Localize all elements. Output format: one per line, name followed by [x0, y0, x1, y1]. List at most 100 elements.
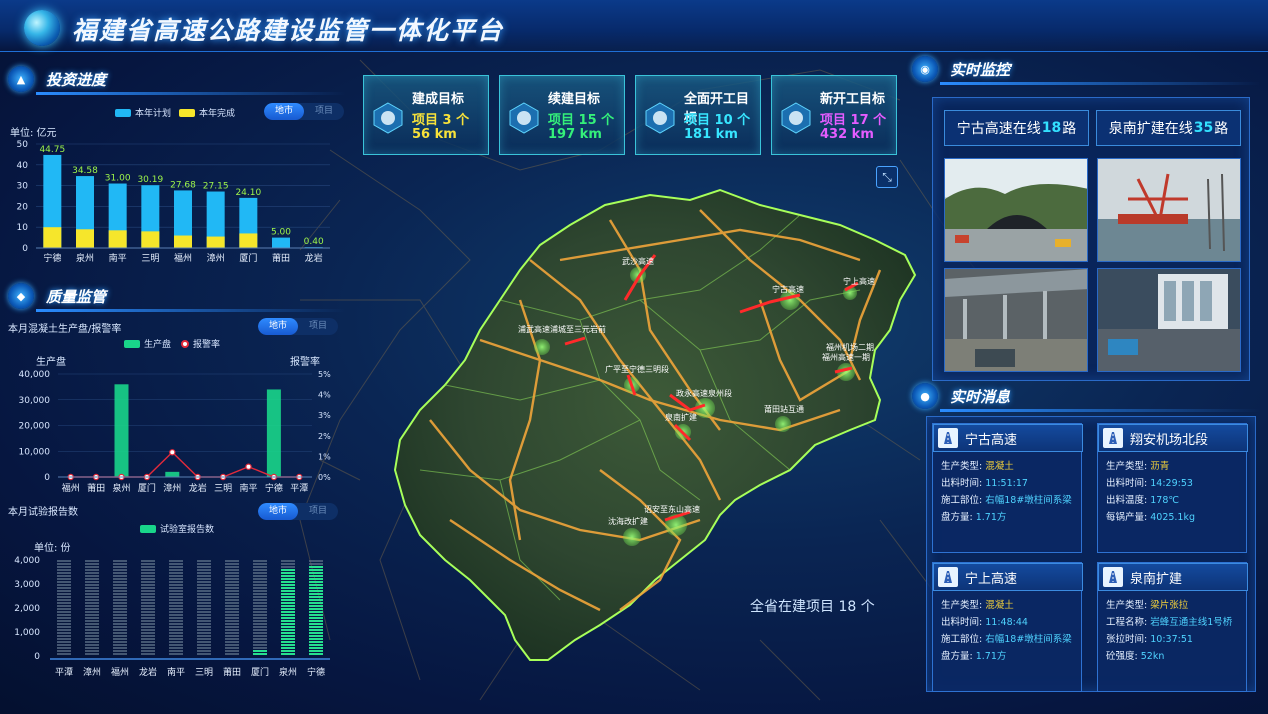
x-tick-label: 泉州: [112, 482, 130, 494]
bar-track-segment: [85, 635, 99, 637]
bar-track-segment: [85, 608, 99, 610]
bar-report-segment: [281, 575, 295, 577]
message-card[interactable]: 翔安机场北段 生产类型: 沥青 出料时间: 14:29:53 出料温度: 178℃ 每锅…: [1097, 423, 1248, 553]
map-label: 浦武高速浦城至三元岩前: [518, 324, 606, 334]
target-length: 181 km: [684, 127, 738, 142]
toggle-project[interactable]: 项目: [298, 318, 338, 335]
bar-track-segment: [253, 632, 267, 634]
investment-section-title: ▲ 投资进度: [8, 66, 106, 92]
x-tick-label: 南平: [239, 482, 257, 494]
bar-track-segment: [197, 641, 211, 643]
bar-track-segment: [113, 653, 127, 655]
bar-track-segment: [85, 605, 99, 607]
toggle-project[interactable]: 项目: [304, 103, 344, 120]
bar-track-segment: [57, 599, 71, 601]
bar-report-segment: [309, 647, 323, 649]
bar-done: [174, 235, 192, 248]
online-suffix: 路: [1214, 121, 1229, 137]
legend-swatch: [115, 108, 131, 117]
investment-toggle[interactable]: 地市 项目: [264, 103, 344, 120]
camera-feed-tunnel[interactable]: [944, 158, 1088, 262]
bar-track-segment: [197, 629, 211, 631]
bar-report-segment: [309, 602, 323, 604]
message-row: 砼强度: 52kn: [1106, 651, 1165, 662]
bar-track-segment: [113, 644, 127, 646]
bar-track-segment: [141, 638, 155, 640]
online-count: 35: [1193, 120, 1214, 136]
report-toggle[interactable]: 地市 项目: [258, 503, 338, 520]
bar-track-segment: [197, 563, 211, 565]
message-card[interactable]: 泉南扩建 生产类型: 梁片张拉 工程名称: 岩蜂互通主线1号桥 张拉时间: 10:37…: [1097, 562, 1248, 692]
bar-track-segment: [57, 605, 71, 607]
bar-track-segment: [113, 611, 127, 613]
target-project-count: 项目 15 个: [548, 113, 615, 128]
bar-report-segment: [281, 578, 295, 580]
alarm-rate-point: [169, 449, 176, 456]
bar-track-segment: [113, 593, 127, 595]
report-chart-title: 本月试验报告数: [8, 507, 78, 518]
x-tick-label: 厦门: [138, 482, 156, 494]
target-card-1[interactable]: 建成目标 项目 3 个 56 km: [363, 75, 489, 155]
bar-track-segment: [85, 599, 99, 601]
camera-feed-bridge[interactable]: [1097, 158, 1241, 262]
message-body: 生产类型: 混凝土 出料时间: 11:48:44 施工部位: 右幅18#墩柱间系梁盘…: [941, 597, 1081, 665]
bar-track-segment: [225, 632, 239, 634]
bar-track-segment: [85, 611, 99, 613]
collapse-view-button[interactable]: ⤡: [876, 166, 898, 188]
bar-track-segment: [225, 638, 239, 640]
bar-track-segment: [169, 635, 183, 637]
toggle-city[interactable]: 地市: [258, 318, 298, 335]
bar-track-segment: [225, 566, 239, 568]
camera-feed-mixing[interactable]: [1097, 268, 1241, 372]
bar-report-segment: [281, 611, 295, 613]
target-card-4[interactable]: 新开工目标 项目 17 个 432 km: [771, 75, 897, 155]
bar-track-segment: [113, 581, 127, 583]
bar-report-segment: [281, 602, 295, 604]
toggle-city[interactable]: 地市: [258, 503, 298, 520]
data-label: 31.00: [105, 174, 131, 184]
bar-report-segment: [281, 629, 295, 631]
bar-track-segment: [225, 593, 239, 595]
bar-track-segment: [113, 599, 127, 601]
bar-track-segment: [169, 614, 183, 616]
online-count-quannan[interactable]: 泉南扩建在线 35 路: [1096, 110, 1241, 146]
bar-track-segment: [141, 599, 155, 601]
bar-report-segment: [281, 647, 295, 649]
target-card-3[interactable]: 全面开工目标 项目 10 个 181 km: [635, 75, 761, 155]
bar-track-segment: [225, 581, 239, 583]
bar-track-segment: [141, 563, 155, 565]
x-tick-label: 漳州: [207, 252, 225, 264]
y-tick-label: 50: [17, 140, 29, 150]
camera-feed-plant[interactable]: [944, 268, 1088, 372]
toggle-project[interactable]: 项目: [298, 503, 338, 520]
bar-done: [141, 231, 160, 248]
bar-track-segment: [141, 653, 155, 655]
bar-track-segment: [57, 617, 71, 619]
message-header: 宁古高速: [933, 424, 1083, 452]
online-count-ninggu[interactable]: 宁古高速在线 18 路: [944, 110, 1089, 146]
bar-track-segment: [253, 575, 267, 577]
bar-track-segment: [169, 572, 183, 574]
bar-report-segment: [309, 632, 323, 634]
y2-tick-label: 0%: [318, 473, 331, 482]
toggle-city[interactable]: 地市: [264, 103, 304, 120]
message-card[interactable]: 宁古高速 生产类型: 混凝土 出料时间: 11:51:17 施工部位: 右幅18#墩柱…: [932, 423, 1083, 553]
bar-report-segment: [309, 575, 323, 577]
message-card[interactable]: 宁上高速 生产类型: 混凝土 出料时间: 11:48:44 施工部位: 右幅18#墩柱…: [932, 562, 1083, 692]
bar-track-segment: [85, 566, 99, 568]
bar-track-segment: [253, 560, 267, 562]
bar-track-segment: [225, 608, 239, 610]
bar-report-segment: [281, 653, 295, 655]
bar-done: [76, 229, 94, 248]
concrete-toggle[interactable]: 地市 项目: [258, 318, 338, 335]
bar-track-segment: [253, 596, 267, 598]
bar-track-segment: [141, 590, 155, 592]
bar-done: [43, 227, 62, 248]
map-label: 宁古高速: [772, 284, 804, 294]
bar-report-segment: [281, 584, 295, 586]
bar-track-segment: [253, 569, 267, 571]
bar-track-segment: [85, 578, 99, 580]
bar-track-segment: [57, 623, 71, 625]
bar-track-segment: [85, 647, 99, 649]
target-card-2[interactable]: 续建目标 项目 15 个 197 km: [499, 75, 625, 155]
